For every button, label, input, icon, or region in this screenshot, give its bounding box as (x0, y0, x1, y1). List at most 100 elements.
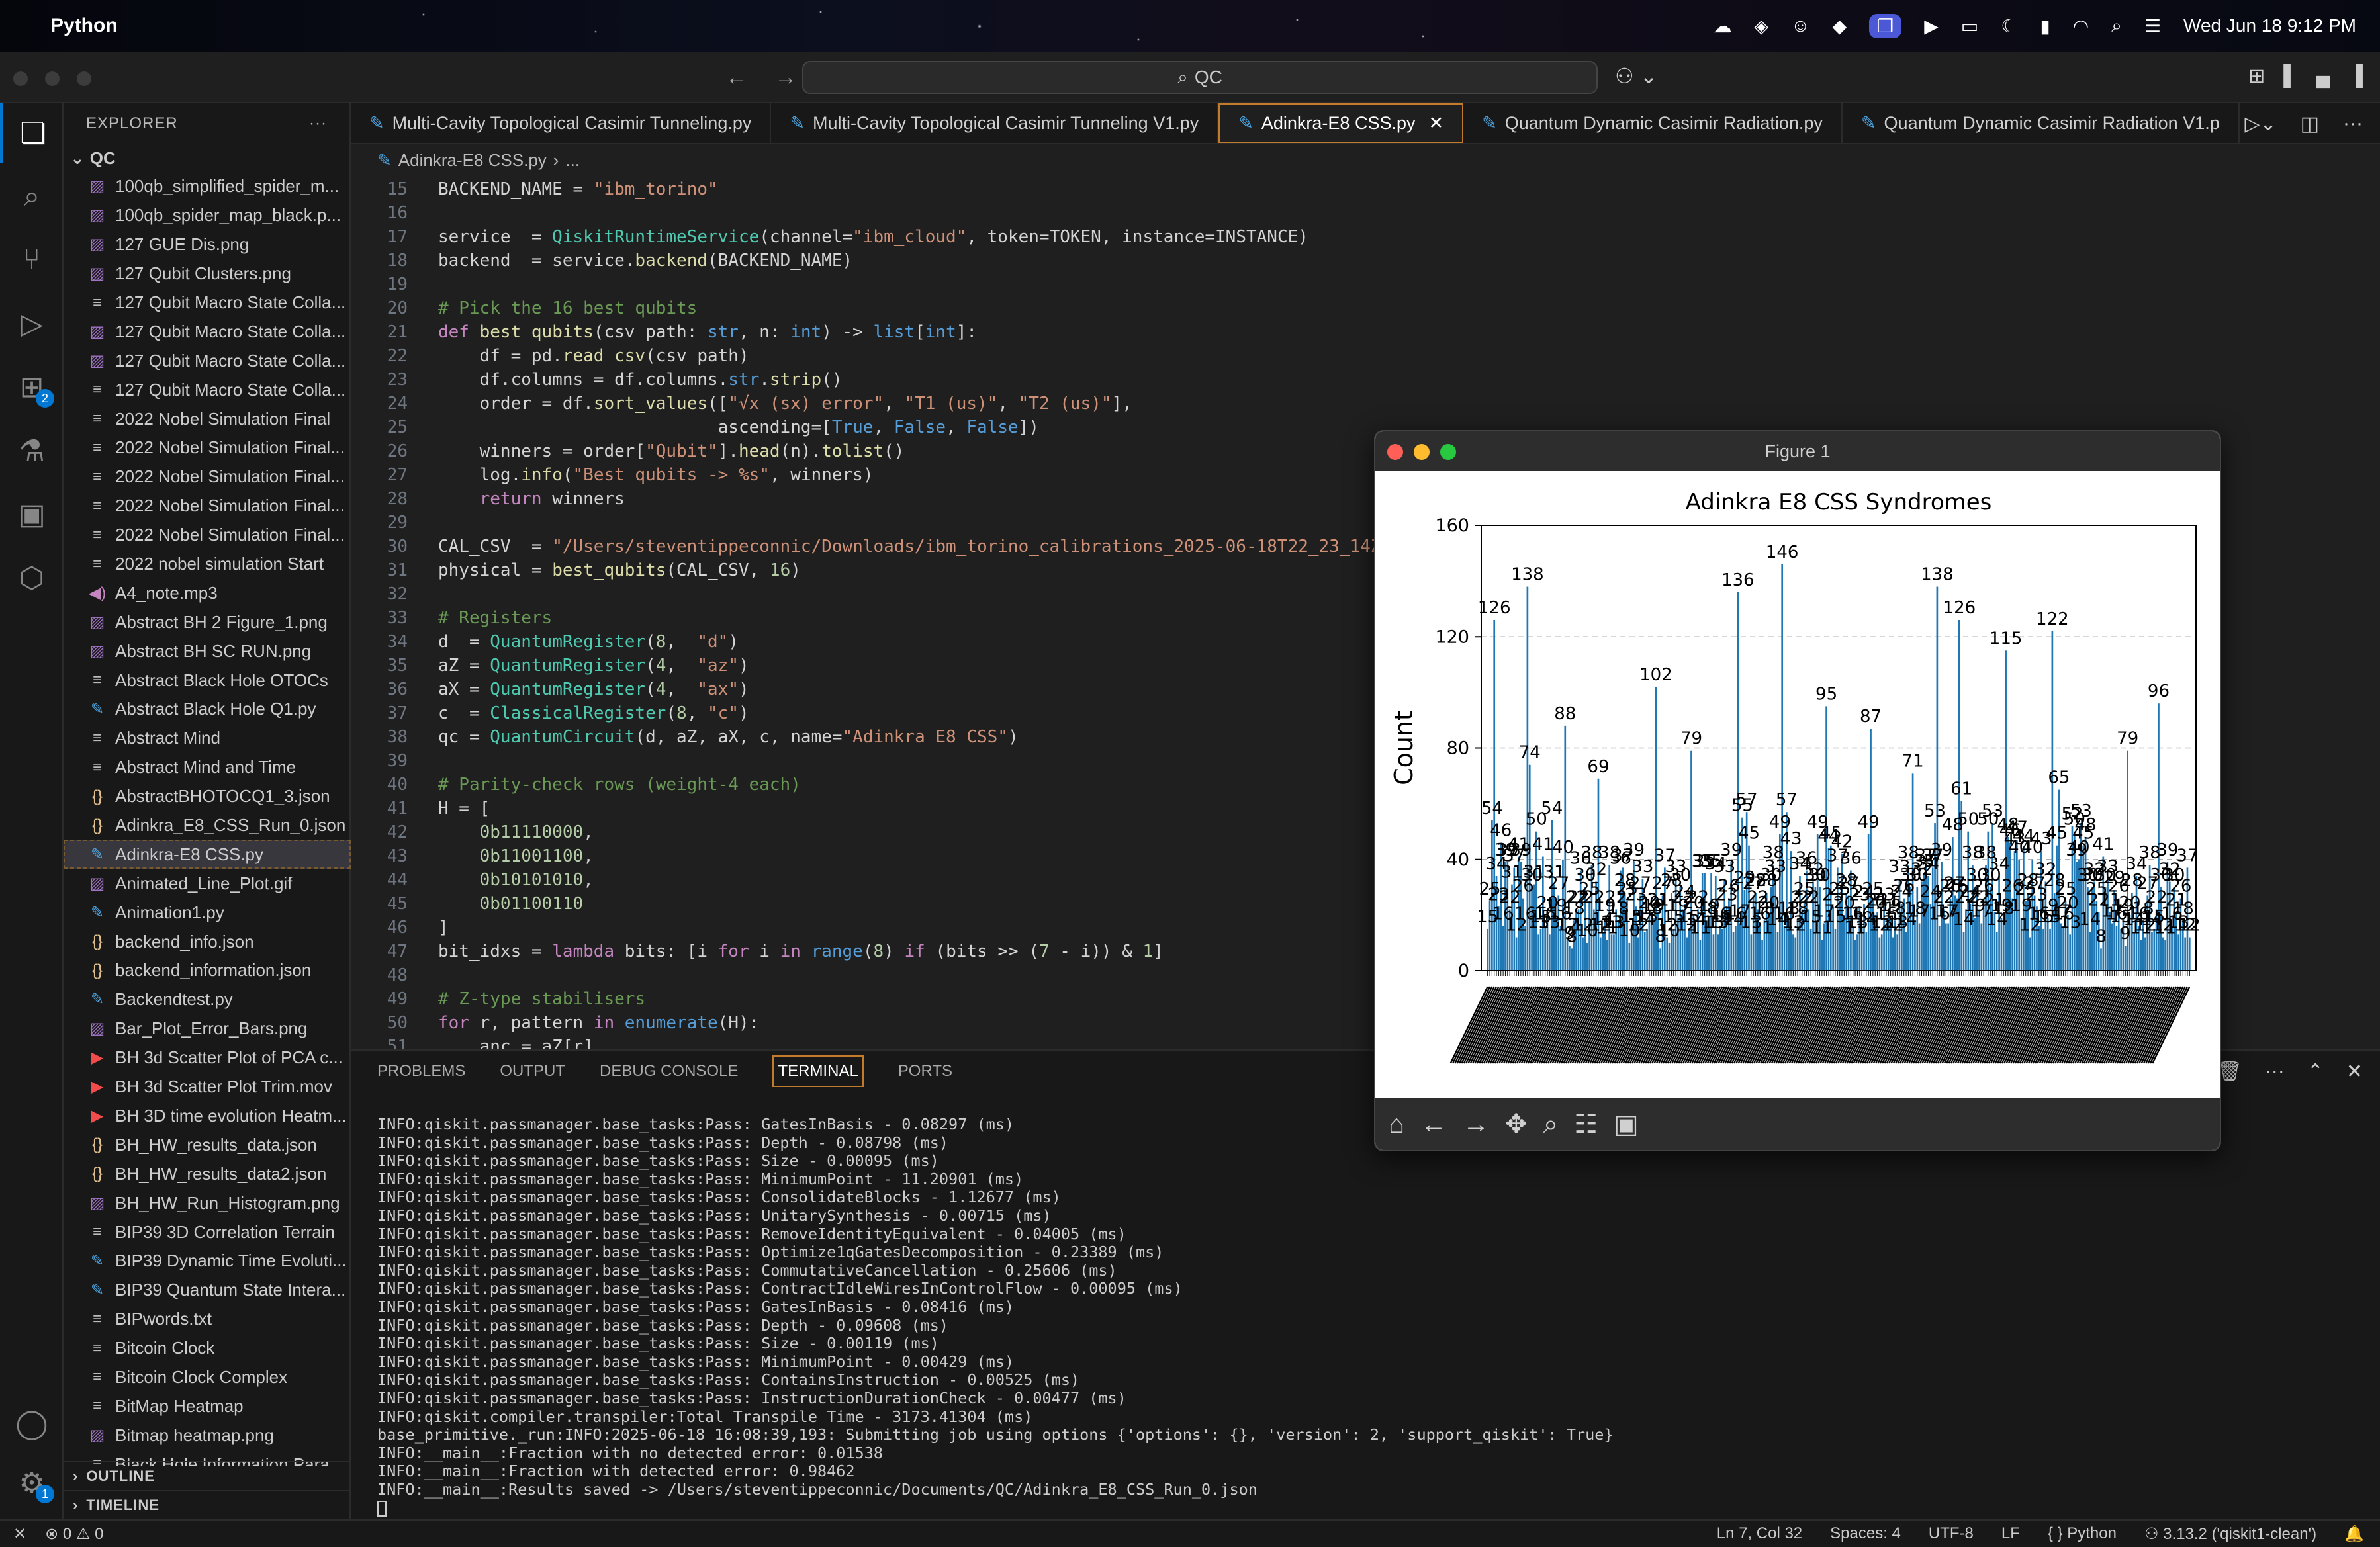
save-figure-icon[interactable]: ▣ (1614, 1109, 1639, 1139)
accounts-icon[interactable]: ◯ (0, 1393, 64, 1453)
close-window-button[interactable] (13, 71, 28, 86)
toggle-sidebar-icon[interactable]: ▌ (2283, 65, 2297, 88)
file-item[interactable]: ≡ 2022 nobel simulation Start (64, 550, 351, 579)
file-item[interactable]: ≡ Bitcoin Clock (64, 1334, 351, 1363)
vpn-icon[interactable]: ◈ (1754, 15, 1768, 37)
file-item[interactable]: ▨ Abstract BH SC RUN.png (64, 637, 351, 666)
screen-mirror-icon[interactable]: ❐ (1869, 13, 1902, 38)
editor-tab[interactable]: ✎ Quantum Dynamic Casimir Radiation V1.p (1843, 103, 2240, 143)
file-item[interactable]: ≡ 2022 Nobel Simulation Final (64, 404, 351, 433)
file-item[interactable]: ≡ 2022 Nobel Simulation Final... (64, 433, 351, 463)
forward-arrow-icon[interactable]: → (774, 65, 797, 91)
file-item[interactable]: {} Adinkra_E8_CSS_Run_0.json (64, 811, 351, 840)
python-interpreter[interactable]: ⚇ 3.13.2 ('qiskit1-clean') (2144, 1525, 2316, 1544)
control-center-icon[interactable]: ☰ (2144, 15, 2161, 37)
language-mode[interactable]: { } Python (2048, 1525, 2117, 1544)
back-arrow-icon[interactable]: ← (725, 65, 748, 91)
file-item[interactable]: ≡ 2022 Nobel Simulation Final... (64, 521, 351, 550)
timeline-section[interactable]: › TIMELINE (64, 1490, 351, 1519)
file-item[interactable]: ≡ BIPwords.txt (64, 1305, 351, 1334)
cloud-icon[interactable]: ☁ (1713, 15, 1731, 37)
code-line[interactable]: 21 def best_qubits(csv_path: str, n: int)… (351, 320, 2380, 344)
end-of-line[interactable]: LF (2001, 1525, 2020, 1544)
remote-explorer-icon[interactable]: ▣ (0, 484, 64, 544)
indentation[interactable]: Spaces: 4 (1830, 1525, 1901, 1544)
diamond-icon[interactable]: ◆ (1833, 15, 1847, 37)
file-item[interactable]: ▶ BH 3d Scatter Plot of PCA c... (64, 1043, 351, 1073)
panel-tab-debug-console[interactable]: DEBUG CONSOLE (600, 1062, 738, 1081)
more-actions-icon[interactable]: ··· (309, 114, 327, 133)
file-item[interactable]: ≡ Bitcoin Clock Complex (64, 1363, 351, 1392)
code-line[interactable]: 18 backend = service.backend(BACKEND_NAME… (351, 249, 2380, 273)
editor-tab[interactable]: ✎ Multi-Cavity Topological Casimir Tunnel… (771, 103, 1219, 143)
testing-icon[interactable]: ⚗ (0, 421, 64, 480)
close-panel-icon[interactable]: ✕ (2346, 1060, 2363, 1083)
wifi-icon[interactable]: ◠ (2073, 15, 2089, 37)
file-item[interactable]: ▨ Bitmap heatmap.png (64, 1421, 351, 1450)
toggle-secondary-sidebar-icon[interactable]: ▐ (2349, 65, 2363, 88)
play-icon[interactable]: ▶ (1924, 15, 1939, 37)
moon-icon[interactable]: ☾ (2001, 15, 2017, 37)
file-item[interactable]: ▨ Animated_Line_Plot.gif (64, 869, 351, 898)
split-editor-icon[interactable]: ◫ (2301, 112, 2319, 136)
file-item[interactable]: ▨ 127 Qubit Macro State Colla... (64, 317, 351, 346)
editor-tab[interactable]: ✎ Multi-Cavity Topological Casimir Tunnel… (351, 103, 772, 143)
file-item[interactable]: ▨ 100qb_spider_map_black.p... (64, 201, 351, 230)
panel-tab-terminal[interactable]: TERMINAL (772, 1055, 864, 1087)
file-item[interactable]: ◀) A4_note.mp3 (64, 578, 351, 607)
figure-zoom-button[interactable] (1440, 444, 1456, 460)
file-item[interactable]: {} AbstractBHOTOCQ1_3.json (64, 782, 351, 811)
breadcrumb-symbol[interactable]: ... (565, 150, 580, 171)
editor-tab[interactable]: ✎ Quantum Dynamic Casimir Radiation.py (1463, 103, 1843, 143)
figure-close-button[interactable] (1387, 444, 1403, 460)
back-icon[interactable]: ← (1420, 1110, 1447, 1139)
code-line[interactable]: 24 order = df.sort_values(["√x (sx) erro… (351, 392, 2380, 416)
file-item[interactable]: {} BH_HW_results_data2.json (64, 1159, 351, 1188)
cursor-position[interactable]: Ln 7, Col 32 (1717, 1525, 1802, 1544)
zoom-window-button[interactable] (77, 71, 91, 86)
figure-minimize-button[interactable] (1414, 444, 1430, 460)
extensions-icon[interactable]: ⊞ 2 (0, 357, 64, 417)
matplotlib-figure-window[interactable]: Figure 1 Adinkra E8 CSS Syndromes Count 0 4… (1374, 430, 2221, 1151)
app-name-menu[interactable]: Python (50, 15, 118, 37)
face-icon[interactable]: ☺ (1791, 15, 1810, 36)
file-item[interactable]: ≡ BitMap Heatmap (64, 1392, 351, 1421)
file-item[interactable]: ▨ 100qb_simplified_spider_m... (64, 172, 351, 201)
file-item[interactable]: ✎ BIP39 Dynamic Time Evoluti... (64, 1247, 351, 1276)
menubar-clock[interactable]: Wed Jun 18 9:12 PM (2183, 15, 2356, 36)
file-item[interactable]: ≡ 127 Qubit Macro State Colla... (64, 288, 351, 318)
notifications-bell-icon[interactable]: 🔔 (2344, 1525, 2364, 1544)
file-item[interactable]: ✎ BIP39 Quantum State Intera... (64, 1276, 351, 1305)
file-item[interactable]: ▨ BH_HW_Run_Histogram.png (64, 1188, 351, 1217)
panel-tab-problems[interactable]: PROBLEMS (377, 1062, 465, 1081)
forward-icon[interactable]: → (1463, 1110, 1489, 1139)
file-item[interactable]: {} backend_information.json (64, 956, 351, 985)
workspace-root-folder[interactable]: ⌄ QC (64, 144, 349, 172)
code-line[interactable]: 23 df.columns = df.columns.str.strip() (351, 368, 2380, 392)
toggle-panel-icon[interactable]: ▄ (2316, 65, 2330, 88)
home-icon[interactable]: ⌂ (1389, 1110, 1404, 1139)
minimize-window-button[interactable] (45, 71, 60, 86)
display-icon[interactable]: ▭ (1961, 15, 1978, 37)
code-line[interactable]: 20 # Pick the 16 best qubits (351, 296, 2380, 320)
file-item[interactable]: ≡ Abstract Black Hole OTOCs (64, 666, 351, 695)
file-item[interactable]: ✎ Animation1.py (64, 898, 351, 927)
encoding[interactable]: UTF-8 (1929, 1525, 1974, 1544)
file-item[interactable]: ▨ Abstract BH 2 Figure_1.png (64, 607, 351, 637)
run-python-icon[interactable]: ▷⌄ (2244, 112, 2276, 136)
battery-icon[interactable]: ▮ (2040, 15, 2050, 37)
command-center-search[interactable]: ⌕ QC (802, 61, 1598, 94)
remote-indicator-icon[interactable]: ✕ (13, 1525, 26, 1544)
spotlight-search-icon[interactable]: ⌕ (2111, 15, 2122, 37)
customize-layout-icon[interactable]: ⊞ (2248, 65, 2265, 88)
containers-icon[interactable]: ⬡ (0, 548, 64, 607)
source-control-icon[interactable]: ⑂ (0, 230, 64, 290)
panel-tab-ports[interactable]: PORTS (898, 1062, 952, 1081)
zoom-icon[interactable]: ⌕ (1543, 1110, 1558, 1139)
file-item[interactable]: ≡ 127 Qubit Macro State Colla... (64, 375, 351, 404)
file-item[interactable]: ▶ BH 3d Scatter Plot Trim.mov (64, 1073, 351, 1102)
file-item[interactable]: ≡ Abstract Mind and Time (64, 753, 351, 782)
outline-section[interactable]: › OUTLINE (64, 1461, 351, 1490)
explorer-icon[interactable]: ❏ (0, 103, 64, 163)
file-item[interactable]: ≡ 2022 Nobel Simulation Final... (64, 463, 351, 492)
